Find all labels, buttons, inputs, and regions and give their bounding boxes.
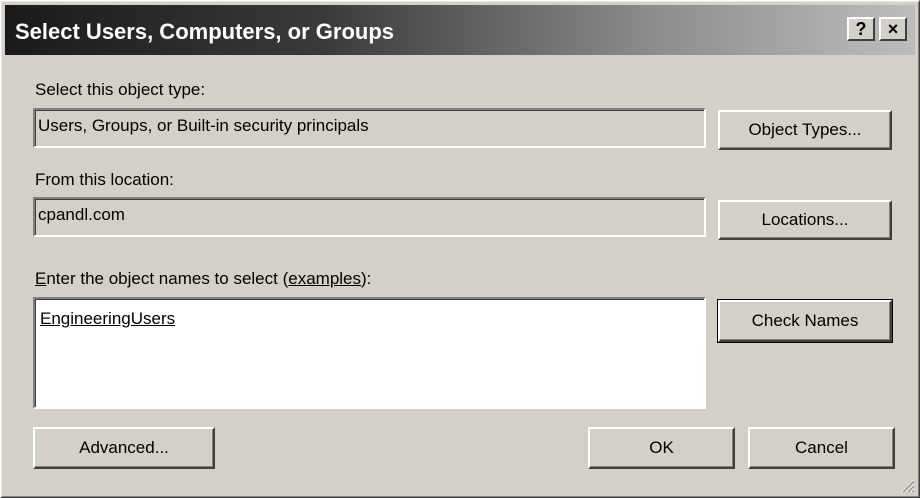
object-names-input[interactable]: EngineeringUsers — [33, 297, 706, 409]
object-names-label: Enter the object names to select (exampl… — [35, 269, 371, 289]
location-field: cpandl.com — [33, 197, 706, 237]
cancel-button[interactable]: Cancel — [748, 427, 895, 469]
help-button[interactable]: ? — [847, 17, 875, 41]
close-button[interactable]: × — [879, 17, 907, 41]
dialog-title: Select Users, Computers, or Groups — [15, 19, 394, 44]
select-users-dialog: Select Users, Computers, or Groups ? × S… — [0, 0, 920, 498]
location-label: From this location: — [35, 170, 174, 189]
examples-link[interactable]: examples — [288, 269, 361, 288]
object-type-label: Select this object type: — [35, 80, 206, 99]
ok-button[interactable]: OK — [588, 427, 735, 469]
label-text: nter the object names to select ( — [46, 269, 289, 288]
resize-grip-icon[interactable] — [899, 477, 915, 493]
label-accesskey: E — [35, 269, 47, 288]
advanced-button[interactable]: Advanced... — [33, 427, 215, 469]
title-bar[interactable]: Select Users, Computers, or Groups ? × — [5, 5, 915, 55]
label-end: ): — [361, 269, 372, 288]
check-names-button[interactable]: Check Names — [717, 299, 893, 343]
locations-button[interactable]: Locations... — [718, 200, 892, 240]
object-types-button[interactable]: Object Types... — [718, 110, 892, 150]
resolved-name[interactable]: EngineeringUsers — [40, 309, 175, 328]
object-type-field: Users, Groups, or Built-in security prin… — [33, 108, 706, 148]
